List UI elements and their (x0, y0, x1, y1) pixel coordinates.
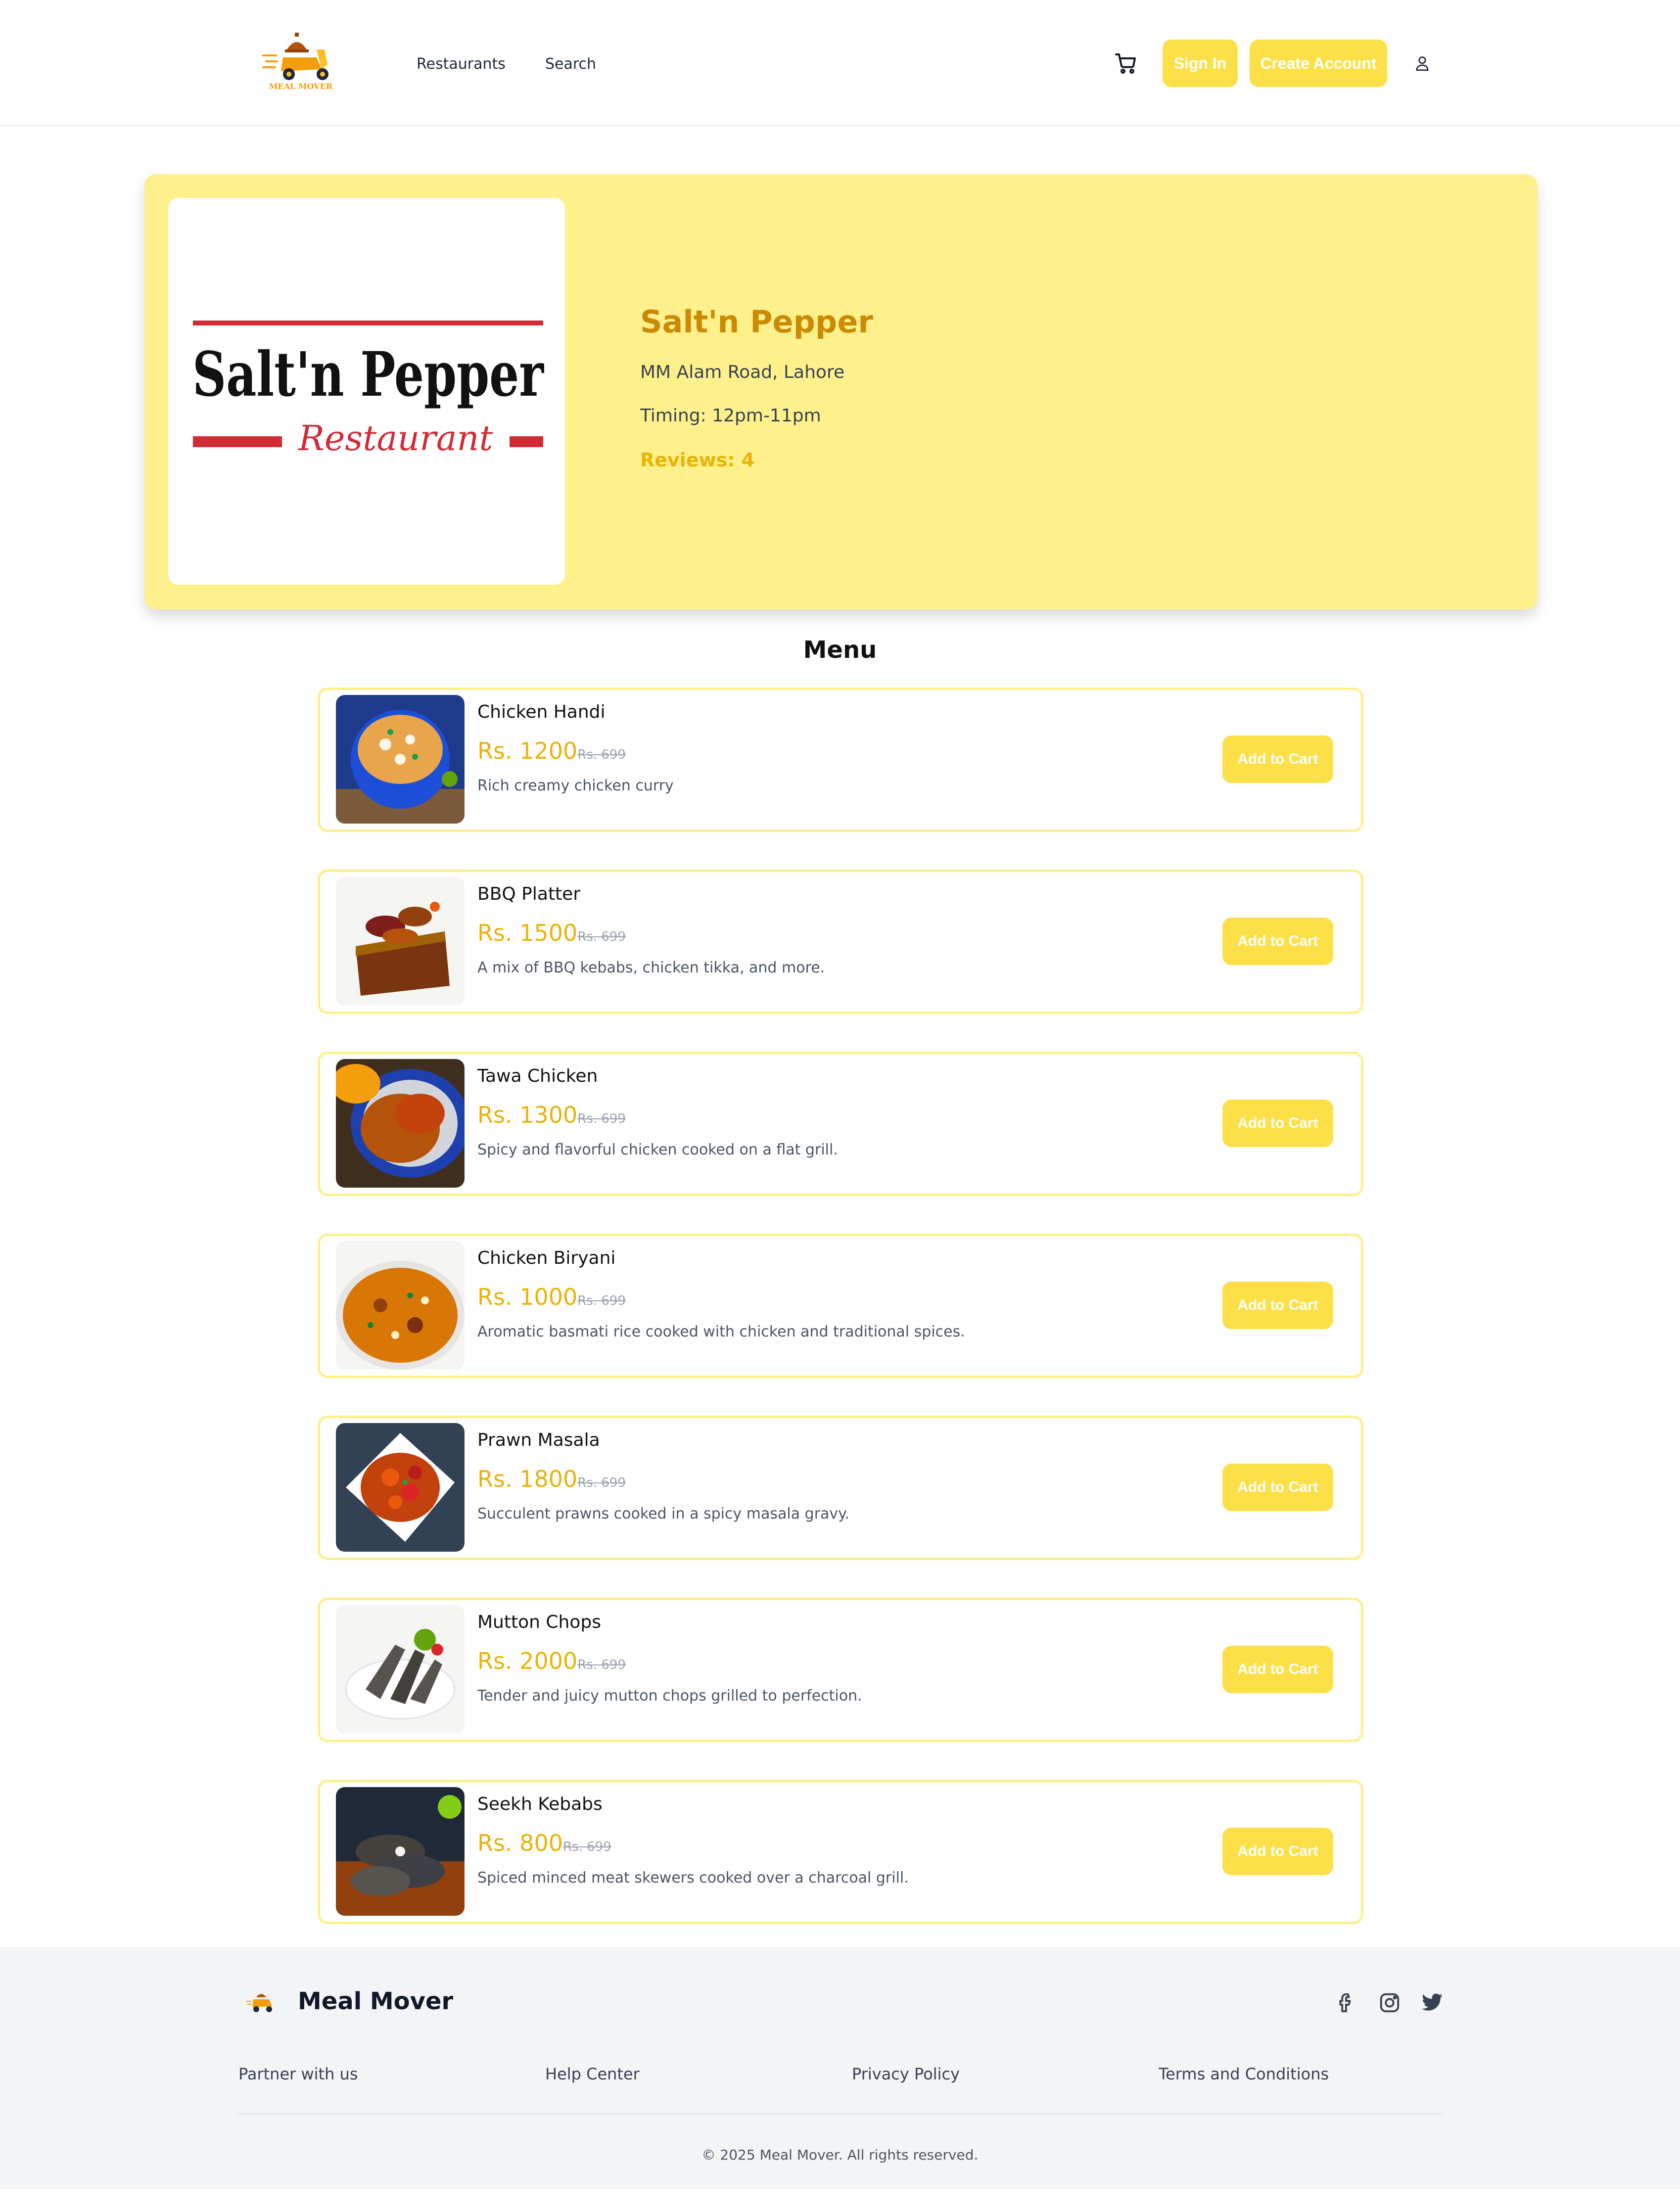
item-old-price: Rs. 699 (577, 747, 626, 762)
footer-divider (237, 2113, 1443, 2115)
add-to-cart-button[interactable]: Add to Cart (1222, 1646, 1333, 1693)
add-to-cart-button[interactable]: Add to Cart (1222, 736, 1333, 783)
item-name: Mutton Chops (477, 1612, 601, 1632)
twitter-icon[interactable] (1421, 1991, 1444, 2014)
add-to-cart-button[interactable]: Add to Cart (1222, 1282, 1333, 1329)
footer-link-partner[interactable]: Partner with us (238, 2065, 358, 2083)
menu-item-card: Mutton Chops Rs. 2000Rs. 699 Tender and … (318, 1598, 1363, 1742)
item-price: Rs. 1200 (477, 737, 578, 764)
add-to-cart-button[interactable]: Add to Cart (1222, 1100, 1333, 1147)
item-description: A mix of BBQ kebabs, chicken tikka, and … (477, 959, 825, 976)
item-old-price: Rs. 699 (577, 1658, 626, 1672)
item-name: Chicken Biryani (477, 1248, 616, 1268)
logo-title-text: Salt'n Pepper (192, 339, 544, 411)
food-image-seekh-kebabs (336, 1787, 465, 1916)
item-description: Tender and juicy mutton chops grilled to… (477, 1687, 862, 1705)
instagram-icon[interactable] (1378, 1991, 1401, 2014)
item-old-price: Rs. 699 (577, 929, 626, 944)
item-price-row: Rs. 1200Rs. 699 (477, 737, 626, 764)
item-name: Prawn Masala (477, 1430, 600, 1450)
item-name: Seekh Kebabs (477, 1794, 603, 1814)
footer-brand-name: Meal Mover (298, 1987, 454, 2015)
add-to-cart-button[interactable]: Add to Cart (1222, 1464, 1333, 1511)
food-image-chicken-handi (336, 695, 465, 824)
site-footer: Meal Mover Partner with us Help Center P… (0, 1947, 1680, 2189)
site-header: MEAL MOVER Restaurants Search Sign In Cr… (0, 0, 1680, 127)
item-old-price: Rs. 699 (577, 1475, 626, 1490)
restaurant-hero: Salt'n Pepper Restaurant Salt'n Pepper M… (144, 174, 1538, 609)
nav-search[interactable]: Search (545, 55, 596, 73)
item-description: Spicy and flavorful chicken cooked on a … (477, 1141, 838, 1158)
menu-item-card: Chicken Biryani Rs. 1000Rs. 699 Aromatic… (318, 1234, 1363, 1378)
menu-heading: Menu (803, 636, 877, 664)
menu-item-card: Prawn Masala Rs. 1800Rs. 699 Succulent p… (318, 1416, 1363, 1560)
item-old-price: Rs. 699 (577, 1293, 626, 1308)
item-name: BBQ Platter (477, 884, 581, 904)
logo-subtitle-text: Restaurant (297, 418, 493, 459)
item-price-row: Rs. 800Rs. 699 (477, 1830, 611, 1856)
item-price-row: Rs. 1800Rs. 699 (477, 1466, 626, 1492)
sign-in-button[interactable]: Sign In (1163, 40, 1238, 87)
restaurant-logo-card: Salt'n Pepper Restaurant (168, 198, 565, 585)
restaurant-timing: Timing: 12pm-11pm (640, 406, 821, 426)
item-description: Succulent prawns cooked in a spicy masal… (477, 1505, 850, 1522)
food-image-tawa-chicken (336, 1059, 465, 1188)
item-name: Tawa Chicken (477, 1066, 598, 1086)
footer-logo-icon[interactable] (246, 1989, 277, 2015)
logo-wordmark: MEAL MOVER (269, 82, 333, 91)
food-image-mutton-chops (336, 1605, 465, 1734)
menu-item-card: Seekh Kebabs Rs. 800Rs. 699 Spiced mince… (318, 1780, 1363, 1924)
nav-restaurants[interactable]: Restaurants (417, 55, 506, 73)
user-icon[interactable] (1415, 55, 1430, 71)
food-image-chicken-biryani (336, 1241, 465, 1370)
restaurant-reviews: Reviews: 4 (640, 449, 755, 471)
footer-link-privacy-policy[interactable]: Privacy Policy (852, 2065, 960, 2083)
menu-item-card: Tawa Chicken Rs. 1300Rs. 699 Spicy and f… (318, 1052, 1363, 1196)
item-price-row: Rs. 2000Rs. 699 (477, 1648, 626, 1674)
cart-icon[interactable] (1114, 51, 1138, 75)
add-to-cart-button[interactable]: Add to Cart (1222, 918, 1333, 965)
menu-item-card: BBQ Platter Rs. 1500Rs. 699 A mix of BBQ… (318, 870, 1363, 1014)
food-image-bbq-platter (336, 877, 465, 1006)
item-description: Aromatic basmati rice cooked with chicke… (477, 1323, 965, 1340)
restaurant-name: Salt'n Pepper (640, 304, 873, 340)
restaurant-logo-image: Salt'n Pepper Restaurant (192, 321, 544, 459)
item-description: Rich creamy chicken curry (477, 777, 674, 794)
item-description: Spiced minced meat skewers cooked over a… (477, 1869, 909, 1887)
item-price-row: Rs. 1000Rs. 699 (477, 1284, 626, 1310)
menu-item-card: Chicken Handi Rs. 1200Rs. 699 Rich cream… (318, 688, 1363, 832)
item-price-row: Rs. 1500Rs. 699 (477, 920, 626, 946)
item-old-price: Rs. 699 (562, 1840, 611, 1854)
item-price: Rs. 1300 (477, 1102, 578, 1128)
facebook-icon[interactable] (1334, 1991, 1356, 2014)
item-price: Rs. 1000 (477, 1284, 578, 1310)
add-to-cart-button[interactable]: Add to Cart (1222, 1828, 1333, 1875)
create-account-button[interactable]: Create Account (1250, 40, 1387, 87)
item-price: Rs. 1500 (477, 920, 578, 946)
meal-mover-logo[interactable]: MEAL MOVER (261, 30, 340, 92)
footer-link-help-center[interactable]: Help Center (545, 2065, 640, 2083)
item-price: Rs. 2000 (477, 1648, 578, 1674)
food-image-prawn-masala (336, 1423, 465, 1552)
item-old-price: Rs. 699 (577, 1111, 626, 1126)
item-name: Chicken Handi (477, 702, 606, 722)
footer-link-terms[interactable]: Terms and Conditions (1159, 2065, 1329, 2083)
item-price: Rs. 800 (477, 1830, 563, 1856)
item-price: Rs. 1800 (477, 1466, 578, 1492)
copyright-text: © 2025 Meal Mover. All rights reserved. (701, 2147, 979, 2163)
item-price-row: Rs. 1300Rs. 699 (477, 1102, 626, 1128)
restaurant-address: MM Alam Road, Lahore (640, 362, 845, 382)
